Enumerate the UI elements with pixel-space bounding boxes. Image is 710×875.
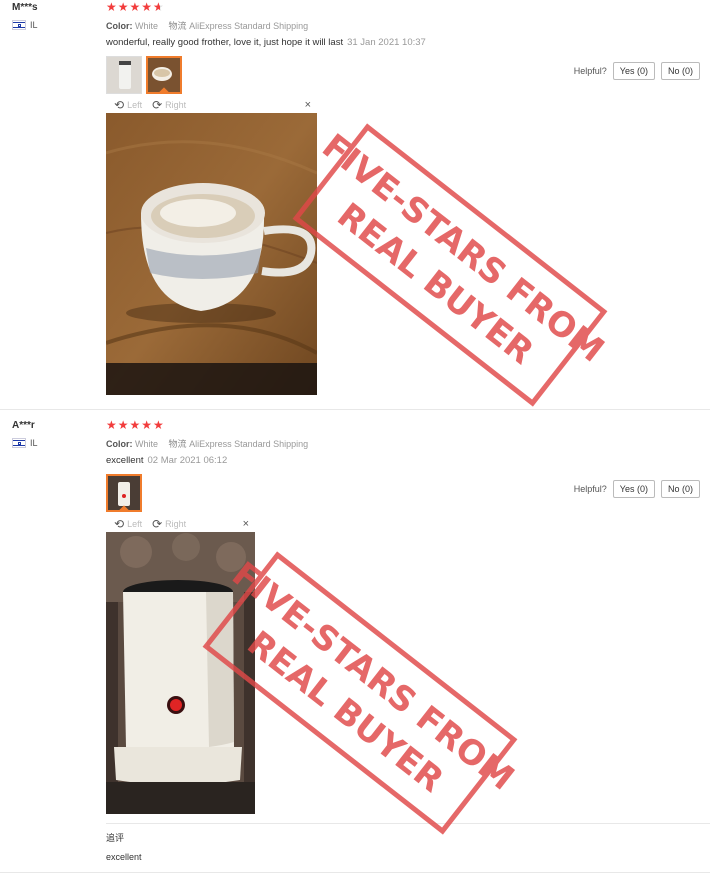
close-icon[interactable]: ×: [305, 99, 311, 111]
review-thumbnails: [106, 56, 182, 94]
rotate-left-icon: ⟲: [114, 97, 125, 112]
star-rating: ★★★★★: [106, 418, 165, 432]
helpful-no-button[interactable]: No (0): [660, 480, 700, 498]
flag-il-icon: [12, 20, 26, 30]
additional-review-label: 追评: [106, 833, 125, 843]
review-item: A***r IL ★★★★★ Color: White 物流 AliExpres…: [0, 418, 710, 873]
helpful-yes-button[interactable]: Yes (0): [612, 480, 655, 498]
country-code: IL: [30, 438, 38, 448]
additional-divider: [106, 823, 710, 824]
review-photo-large: [106, 113, 317, 395]
rotate-left-button[interactable]: ⟲ Left: [114, 98, 142, 112]
review-date: 02 Mar 2021 06:12: [147, 455, 228, 466]
rotate-right-icon: ⟳: [152, 516, 163, 531]
sku-info: Color: White 物流 AliExpress Standard Ship…: [106, 439, 309, 449]
svg-text:REAL BUYER: REAL BUYER: [330, 195, 541, 372]
review-text: wonderful, really good frother, love it,…: [106, 37, 426, 48]
svg-text:FIVE-STARS FROM: FIVE-STARS FROM: [314, 126, 611, 370]
helpful-box: Helpful? Yes (0) No (0): [574, 480, 700, 498]
review-photo-large: [106, 532, 255, 814]
svg-text:REAL BUYER: REAL BUYER: [240, 623, 451, 800]
rotate-left-icon: ⟲: [114, 516, 125, 531]
rotate-left-button[interactable]: ⟲ Left: [114, 517, 142, 531]
review-photo-thumb[interactable]: [106, 56, 142, 94]
sku-info: Color: White 物流 AliExpress Standard Ship…: [106, 21, 309, 31]
review-text: excellent 02 Mar 2021 06:12: [106, 455, 228, 466]
star-rating: ★★★★★: [106, 1, 165, 13]
svg-text:FIVE-STARS FROM: FIVE-STARS FROM: [224, 554, 521, 798]
additional-review-text: excellent: [106, 852, 142, 862]
helpful-no-button[interactable]: No (0): [660, 62, 700, 80]
review-thumbnails: [106, 474, 142, 512]
review-item: M***s IL ★★★★★ Color: White 物流 AliExpres…: [0, 0, 710, 410]
close-icon[interactable]: ×: [243, 518, 249, 530]
rotate-right-button[interactable]: ⟳ Right: [152, 517, 186, 531]
country-code: IL: [30, 20, 38, 30]
photo-viewer-toolbar: ⟲ Left ⟳ Right ×: [106, 97, 317, 112]
rotate-right-button[interactable]: ⟳ Right: [152, 98, 186, 112]
flag-il-icon: [12, 438, 26, 448]
helpful-yes-button[interactable]: Yes (0): [612, 62, 655, 80]
reviewer-country: IL: [12, 438, 38, 448]
rotate-right-icon: ⟳: [152, 97, 163, 112]
reviewer-name: M***s: [12, 2, 38, 13]
photo-viewer-toolbar: ⟲ Left ⟳ Right ×: [106, 516, 255, 531]
review-photo-thumb-selected[interactable]: [146, 56, 182, 94]
helpful-box: Helpful? Yes (0) No (0): [574, 62, 700, 80]
reviewer-name: A***r: [12, 420, 35, 431]
reviewer-country: IL: [12, 20, 38, 30]
review-date: 31 Jan 2021 10:37: [347, 37, 426, 48]
review-photo-thumb-selected[interactable]: [106, 474, 142, 512]
